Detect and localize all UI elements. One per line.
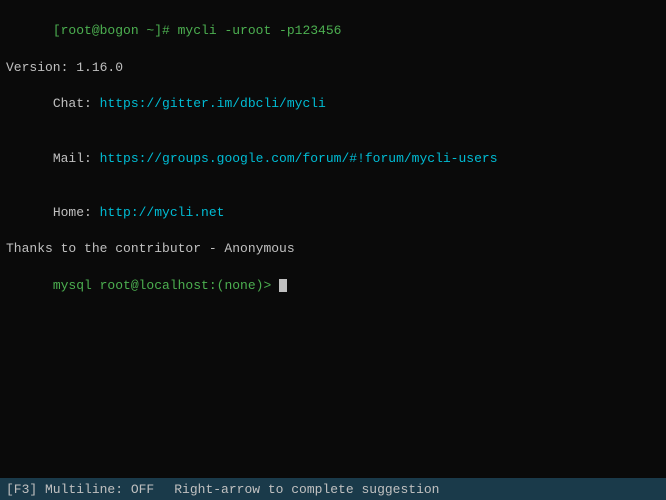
home-label: Home:: [53, 205, 100, 220]
prompt-line: mysql root@localhost:(none)>: [6, 259, 660, 314]
thanks-line: Thanks to the contributor - Anonymous: [6, 240, 660, 258]
chat-label: Chat:: [53, 96, 100, 111]
cursor: [279, 279, 287, 292]
mysql-prompt: mysql root@localhost:(none)>: [53, 278, 279, 293]
terminal-content[interactable]: [root@bogon ~]# mycli -uroot -p123456 Ve…: [0, 0, 666, 478]
f3-status: [F3] Multiline: OFF: [6, 482, 154, 497]
command-line: [root@bogon ~]# mycli -uroot -p123456: [6, 4, 660, 59]
mail-url: https://groups.google.com/forum/#!forum/…: [100, 151, 498, 166]
command-text: [root@bogon ~]# mycli -uroot -p123456: [53, 23, 342, 38]
status-bar: [F3] Multiline: OFF Right-arrow to compl…: [0, 478, 666, 500]
chat-url: https://gitter.im/dbcli/mycli: [100, 96, 326, 111]
mail-line: Mail: https://groups.google.com/forum/#!…: [6, 131, 660, 186]
home-url: http://mycli.net: [100, 205, 225, 220]
terminal: [root@bogon ~]# mycli -uroot -p123456 Ve…: [0, 0, 666, 500]
version-line: Version: 1.16.0: [6, 59, 660, 77]
chat-line: Chat: https://gitter.im/dbcli/mycli: [6, 77, 660, 132]
suggestion-status: Right-arrow to complete suggestion: [174, 482, 439, 497]
mail-label: Mail:: [53, 151, 100, 166]
home-line: Home: http://mycli.net: [6, 186, 660, 241]
